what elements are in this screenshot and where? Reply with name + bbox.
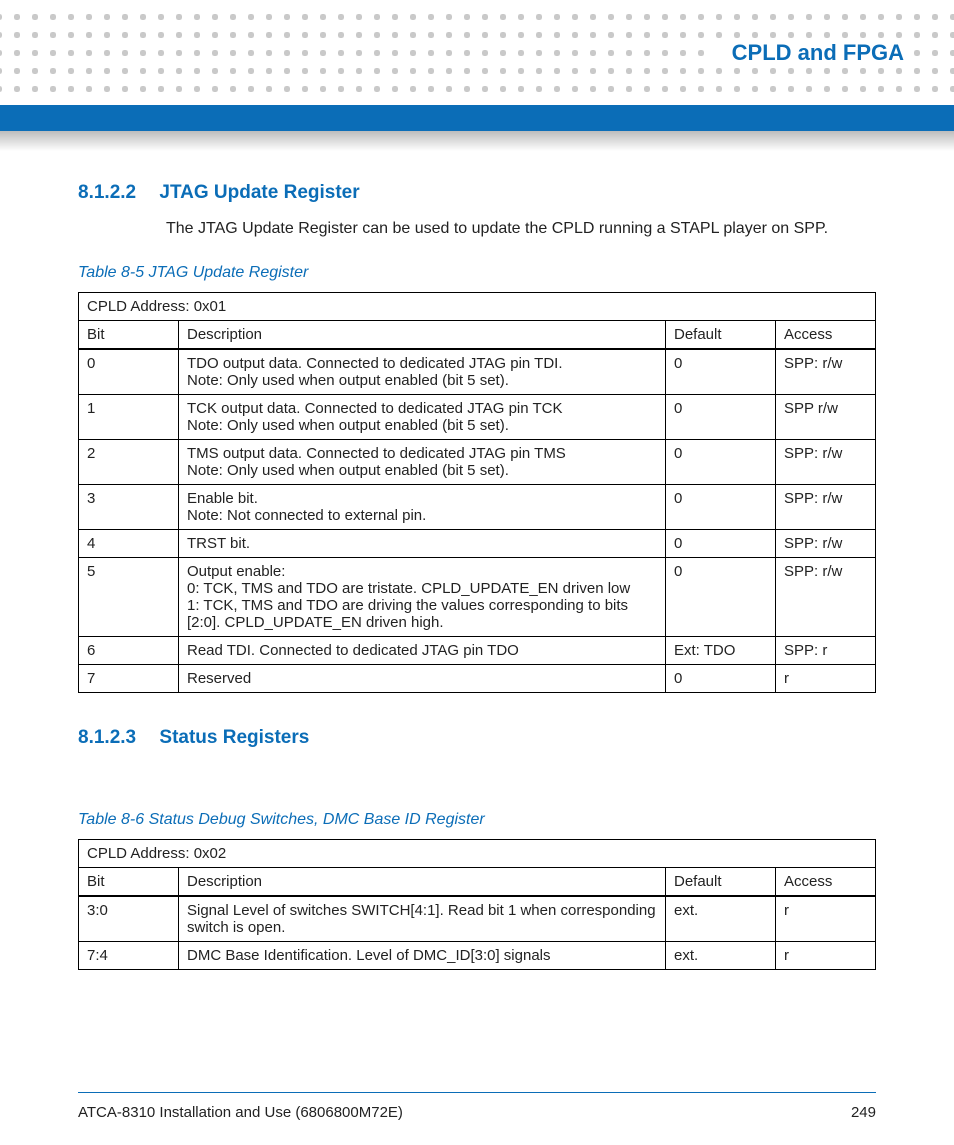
- table-header-cell: Default: [666, 868, 776, 897]
- header-blue-bar: [0, 105, 954, 131]
- table-row: 6Read TDI. Connected to dedicated JTAG p…: [79, 637, 876, 665]
- table-row: 7Reserved0r: [79, 665, 876, 693]
- table-cell: SPP: r/w: [776, 530, 876, 558]
- table-8-5-body: CPLD Address: 0x01BitDescriptionDefaultA…: [79, 293, 876, 693]
- table-address-row: CPLD Address: 0x02: [79, 840, 876, 868]
- table-cell: SPP: r/w: [776, 349, 876, 395]
- table-row: 3:0Signal Level of switches SWITCH[4:1].…: [79, 896, 876, 942]
- table-row: 7:4DMC Base Identification. Level of DMC…: [79, 942, 876, 970]
- section-number: 8.1.2.3: [78, 727, 136, 748]
- table-cell: 0: [666, 485, 776, 530]
- table-header-cell: Bit: [79, 868, 179, 897]
- table-cell: 2: [79, 440, 179, 485]
- table-cell: TMS output data. Connected to dedicated …: [179, 440, 666, 485]
- table-header-row: BitDescriptionDefaultAccess: [79, 868, 876, 897]
- table-header-cell: Access: [776, 321, 876, 350]
- table-8-5: CPLD Address: 0x01BitDescriptionDefaultA…: [78, 292, 876, 693]
- table-cell: Enable bit.Note: Not connected to extern…: [179, 485, 666, 530]
- table-cell: 0: [666, 440, 776, 485]
- chapter-title: CPLD and FPGA: [714, 40, 908, 66]
- table-cell: 0: [666, 395, 776, 440]
- table-row: 0TDO output data. Connected to dedicated…: [79, 349, 876, 395]
- table-cell: SPP: r/w: [776, 440, 876, 485]
- table-header-cell: Default: [666, 321, 776, 350]
- table-cell: SPP: r: [776, 637, 876, 665]
- table-cell: r: [776, 942, 876, 970]
- table-cell: SPP: r/w: [776, 485, 876, 530]
- table-cell: TRST bit.: [179, 530, 666, 558]
- table-caption-8-5: Table 8-5 JTAG Update Register: [78, 264, 876, 282]
- table-header-cell: Description: [179, 868, 666, 897]
- section-number: 8.1.2.2: [78, 182, 136, 203]
- table-cell: 7:4: [79, 942, 179, 970]
- table-8-6-body: CPLD Address: 0x02BitDescriptionDefaultA…: [79, 840, 876, 970]
- table-cell: Output enable:0: TCK, TMS and TDO are tr…: [179, 558, 666, 637]
- table-8-6: CPLD Address: 0x02BitDescriptionDefaultA…: [78, 839, 876, 970]
- table-cell: ext.: [666, 942, 776, 970]
- table-cell: 1: [79, 395, 179, 440]
- table-address-cell: CPLD Address: 0x01: [79, 293, 876, 321]
- table-header-cell: Description: [179, 321, 666, 350]
- table-cell: 5: [79, 558, 179, 637]
- header-gradient-bar: [0, 131, 954, 151]
- table-row: 3Enable bit.Note: Not connected to exter…: [79, 485, 876, 530]
- table-cell: SPP: r/w: [776, 558, 876, 637]
- section-body: The JTAG Update Register can be used to …: [166, 220, 876, 238]
- table-cell: 0: [666, 665, 776, 693]
- table-cell: r: [776, 896, 876, 942]
- table-header-cell: Bit: [79, 321, 179, 350]
- table-cell: 0: [666, 349, 776, 395]
- table-cell: Ext: TDO: [666, 637, 776, 665]
- table-cell: Reserved: [179, 665, 666, 693]
- table-cell: DMC Base Identification. Level of DMC_ID…: [179, 942, 666, 970]
- table-cell: 7: [79, 665, 179, 693]
- table-address-cell: CPLD Address: 0x02: [79, 840, 876, 868]
- table-cell: TCK output data. Connected to dedicated …: [179, 395, 666, 440]
- table-row: 5Output enable:0: TCK, TMS and TDO are t…: [79, 558, 876, 637]
- section-heading-81223: 8.1.2.3 Status Registers: [78, 727, 876, 749]
- table-caption-8-6: Table 8-6 Status Debug Switches, DMC Bas…: [78, 811, 876, 829]
- table-cell: 4: [79, 530, 179, 558]
- table-address-row: CPLD Address: 0x01: [79, 293, 876, 321]
- footer-page-number: 249: [851, 1104, 876, 1121]
- table-cell: TDO output data. Connected to dedicated …: [179, 349, 666, 395]
- table-cell: SPP r/w: [776, 395, 876, 440]
- table-row: 1TCK output data. Connected to dedicated…: [79, 395, 876, 440]
- table-cell: 0: [666, 530, 776, 558]
- table-header-row: BitDescriptionDefaultAccess: [79, 321, 876, 350]
- table-cell: Signal Level of switches SWITCH[4:1]. Re…: [179, 896, 666, 942]
- section-heading-81222: 8.1.2.2 JTAG Update Register: [78, 182, 876, 204]
- table-cell: 6: [79, 637, 179, 665]
- table-cell: Read TDI. Connected to dedicated JTAG pi…: [179, 637, 666, 665]
- section-title: Status Registers: [159, 727, 309, 748]
- table-header-cell: Access: [776, 868, 876, 897]
- table-row: 4TRST bit.0SPP: r/w: [79, 530, 876, 558]
- table-cell: 0: [79, 349, 179, 395]
- table-cell: 3:0: [79, 896, 179, 942]
- table-cell: ext.: [666, 896, 776, 942]
- table-cell: 0: [666, 558, 776, 637]
- table-cell: 3: [79, 485, 179, 530]
- footer-doc-title: ATCA-8310 Installation and Use (6806800M…: [78, 1104, 403, 1121]
- table-row: 2TMS output data. Connected to dedicated…: [79, 440, 876, 485]
- footer-rule: [78, 1092, 876, 1093]
- section-title: JTAG Update Register: [159, 182, 359, 203]
- table-cell: r: [776, 665, 876, 693]
